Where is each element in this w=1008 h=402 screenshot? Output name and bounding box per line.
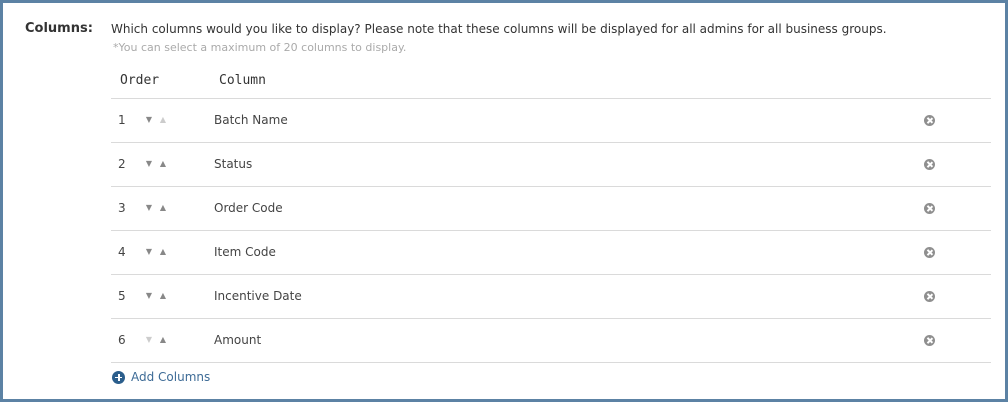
column-row: 3 ▼ ▲ Order Code: [111, 187, 991, 231]
description-text: Which columns would you like to display?…: [111, 22, 887, 36]
column-name: Order Code: [214, 201, 283, 215]
column-name: Amount: [214, 333, 262, 347]
caret-up-icon[interactable]: ▲: [157, 202, 169, 214]
add-columns-label: Add Columns: [131, 370, 211, 384]
max-columns-note: *You can select a maximum of 20 columns …: [113, 41, 407, 54]
remove-circle-icon[interactable]: [924, 335, 935, 346]
caret-up-icon[interactable]: ▲: [157, 290, 169, 302]
column-row: 5 ▼ ▲ Incentive Date: [111, 275, 991, 319]
column-header: Column: [219, 73, 266, 88]
caret-down-icon[interactable]: ▼: [143, 114, 155, 126]
order-number: 2: [118, 157, 126, 171]
order-number: 5: [118, 289, 126, 303]
remove-circle-icon[interactable]: [924, 159, 935, 170]
column-name: Incentive Date: [214, 289, 302, 303]
section-label: Columns:: [25, 21, 93, 36]
columns-panel: Columns: Which columns would you like to…: [0, 0, 1008, 402]
caret-down-icon[interactable]: ▼: [143, 290, 155, 302]
column-name: Batch Name: [214, 113, 288, 127]
column-name: Status: [214, 157, 253, 171]
order-number: 1: [118, 113, 126, 127]
column-name: Item Code: [214, 245, 276, 259]
caret-up-icon[interactable]: ▲: [157, 158, 169, 170]
remove-circle-icon[interactable]: [924, 291, 935, 302]
plus-circle-icon: [112, 370, 125, 384]
column-row: 2 ▼ ▲ Status: [111, 143, 991, 187]
column-row: 6 ▼ ▲ Amount: [111, 319, 991, 363]
add-columns-button[interactable]: Add Columns: [112, 370, 210, 384]
caret-down-icon[interactable]: ▼: [143, 158, 155, 170]
order-number: 6: [118, 333, 126, 347]
remove-circle-icon[interactable]: [924, 203, 935, 214]
caret-up-icon[interactable]: ▲: [157, 114, 169, 126]
remove-circle-icon[interactable]: [924, 247, 935, 258]
column-row: 4 ▼ ▲ Item Code: [111, 231, 991, 275]
caret-down-icon[interactable]: ▼: [143, 246, 155, 258]
order-number: 3: [118, 201, 126, 215]
caret-down-icon[interactable]: ▼: [143, 202, 155, 214]
caret-up-icon[interactable]: ▲: [157, 246, 169, 258]
order-header: Order: [120, 73, 160, 88]
remove-circle-icon[interactable]: [924, 115, 935, 126]
order-number: 4: [118, 245, 126, 259]
column-row: 1 ▼ ▲ Batch Name: [111, 99, 991, 143]
caret-up-icon[interactable]: ▲: [157, 334, 169, 346]
row-divider: [111, 362, 991, 363]
caret-down-icon[interactable]: ▼: [143, 334, 155, 346]
